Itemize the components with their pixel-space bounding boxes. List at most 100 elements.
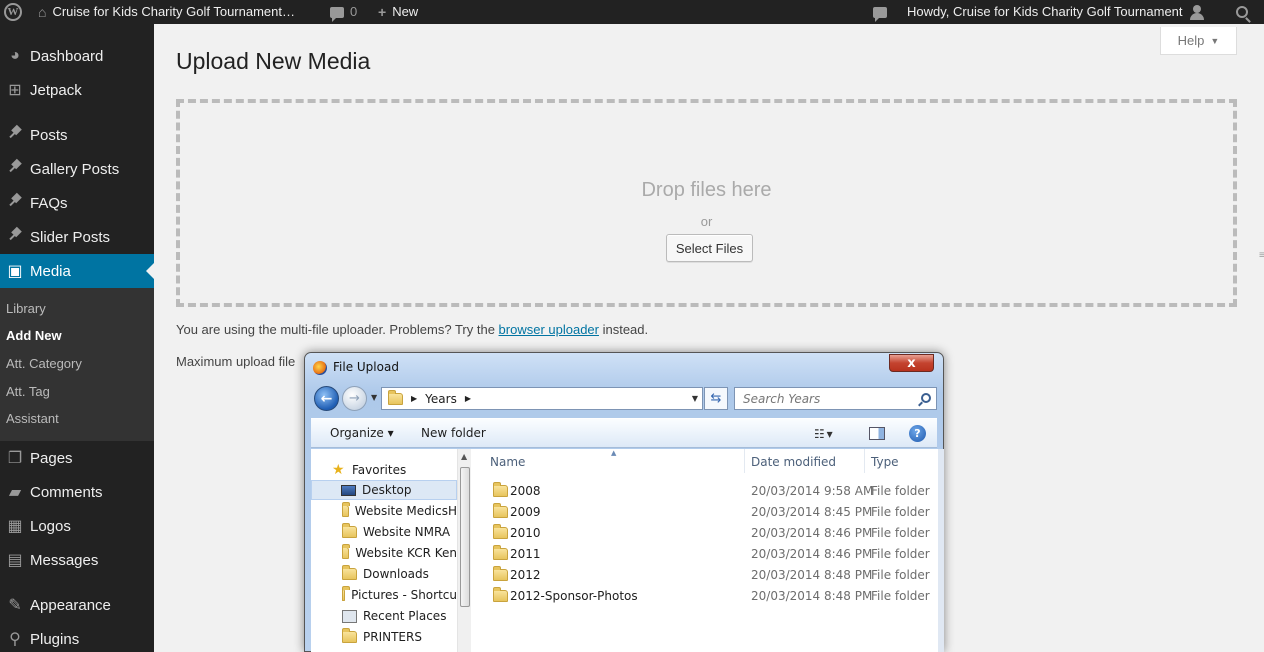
my-account-link[interactable]: Howdy, Cruise for Kids Charity Golf Tour… bbox=[907, 0, 1205, 24]
site-title: Cruise for Kids Charity Golf Tournament… bbox=[52, 4, 295, 19]
file-row[interactable]: 2009 20/03/2014 8:45 PM File folder bbox=[471, 501, 938, 522]
menu-messages[interactable]: ▤ Messages bbox=[0, 543, 154, 577]
comments-link[interactable]: 0 bbox=[330, 0, 357, 24]
site-name-link[interactable]: ⌂ Cruise for Kids Charity Golf Tournamen… bbox=[38, 0, 295, 24]
browser-uploader-link[interactable]: browser uploader bbox=[499, 322, 599, 337]
dialog-title: File Upload bbox=[333, 360, 399, 374]
drop-files-text: Drop files here bbox=[641, 179, 772, 201]
submenu-att-tag[interactable]: Att. Tag bbox=[6, 384, 50, 399]
folder-icon bbox=[493, 587, 508, 602]
menu-dashboard[interactable]: ◕ Dashboard bbox=[0, 39, 154, 73]
nav-item-pictures-shortcut[interactable]: Pictures - Shortcu bbox=[311, 585, 457, 605]
help-tab-button[interactable]: Help ▼ bbox=[1160, 27, 1237, 55]
nav-item-website-medicsh[interactable]: Website MedicsH bbox=[311, 501, 457, 521]
menu-posts[interactable]: Posts bbox=[0, 118, 154, 152]
menu-label: Gallery Posts bbox=[30, 160, 120, 178]
organize-button[interactable]: Organize ▾ bbox=[330, 426, 394, 440]
menu-logos[interactable]: ▦ Logos bbox=[0, 509, 154, 543]
submenu-att-category[interactable]: Att. Category bbox=[6, 356, 82, 371]
search-years-input[interactable]: Search Years bbox=[734, 387, 937, 410]
uploader-note-text: You are using the multi-file uploader. P… bbox=[176, 322, 499, 337]
media-icon: ▣ bbox=[7, 263, 23, 280]
column-header-date-modified[interactable]: Date modified bbox=[751, 455, 836, 469]
preview-pane-icon[interactable] bbox=[869, 427, 885, 440]
navigation-pane: ★ Favorites Desktop Website MedicsH Webs… bbox=[311, 449, 472, 652]
file-type: File folder bbox=[871, 589, 930, 603]
view-options-icon[interactable]: ☷ ▾ bbox=[814, 427, 833, 441]
notification-icon bbox=[873, 6, 887, 22]
address-bar[interactable]: ▶ Years ▶ ▼ bbox=[381, 387, 703, 410]
file-list: ▲ Name Date modified Type 2008 20/03/201… bbox=[471, 449, 944, 652]
file-row[interactable]: 2010 20/03/2014 8:46 PM File folder bbox=[471, 522, 938, 543]
forward-arrow-icon: → bbox=[349, 391, 360, 406]
breadcrumb-arrow-icon: ▶ bbox=[464, 394, 471, 403]
file-row[interactable]: 2008 20/03/2014 9:58 AM File folder bbox=[471, 480, 938, 501]
recent-locations-dropdown[interactable]: ▼ bbox=[371, 393, 377, 402]
forward-button[interactable]: → bbox=[342, 386, 367, 411]
notifications-button[interactable] bbox=[873, 0, 887, 24]
menu-gallery-posts[interactable]: Gallery Posts bbox=[0, 152, 154, 186]
media-submenu: Library Add New Att. Category Att. Tag A… bbox=[0, 288, 154, 441]
nav-item-website-kcr-ken[interactable]: Website KCR Ken bbox=[311, 543, 457, 563]
nav-pane-scrollbar[interactable]: ▲ bbox=[457, 449, 472, 652]
submenu-assistant[interactable]: Assistant bbox=[6, 411, 59, 426]
menu-jetpack[interactable]: ⊞ Jetpack bbox=[0, 73, 154, 107]
menu-faqs[interactable]: FAQs bbox=[0, 186, 154, 220]
nav-item-recent-places[interactable]: Recent Places bbox=[311, 606, 457, 626]
page-title: Upload New Media bbox=[176, 48, 371, 74]
refresh-icon: ⇆ bbox=[710, 391, 722, 406]
address-breadcrumb-years[interactable]: Years bbox=[425, 392, 457, 406]
admin-bar: W ⌂ Cruise for Kids Charity Golf Tournam… bbox=[0, 0, 1264, 24]
file-row[interactable]: 2012 20/03/2014 8:48 PM File folder bbox=[471, 564, 938, 585]
menu-media[interactable]: ▣ Media bbox=[0, 254, 154, 288]
file-name: 2012-Sponsor-Photos bbox=[510, 589, 638, 603]
nav-item-favorites[interactable]: ★ Favorites bbox=[311, 460, 457, 480]
menu-label: Media bbox=[30, 262, 71, 280]
plugins-icon: ⚲ bbox=[9, 631, 21, 648]
back-button[interactable]: ← bbox=[314, 386, 339, 411]
menu-label: Slider Posts bbox=[30, 228, 111, 246]
wordpress-logo-button[interactable]: W bbox=[4, 0, 22, 24]
file-type: File folder bbox=[871, 547, 930, 561]
file-list-scrollbar[interactable] bbox=[938, 449, 944, 652]
nav-item-website-nmra[interactable]: Website NMRA bbox=[311, 522, 457, 542]
jetpack-icon: ⊞ bbox=[8, 82, 22, 99]
file-row[interactable]: 2011 20/03/2014 8:46 PM File folder bbox=[471, 543, 938, 564]
help-label: Help bbox=[1177, 33, 1205, 48]
drop-zone[interactable]: Drop files here or Select Files bbox=[176, 99, 1237, 307]
search-button[interactable] bbox=[1236, 0, 1248, 24]
comment-bubble-icon bbox=[330, 6, 344, 22]
column-header-name[interactable]: Name bbox=[490, 455, 525, 469]
pin-icon bbox=[0, 194, 30, 213]
pages-icon: ❐ bbox=[7, 450, 23, 467]
nav-item-desktop[interactable]: Desktop bbox=[311, 480, 457, 500]
address-dropdown-icon[interactable]: ▼ bbox=[692, 394, 698, 403]
menu-appearance[interactable]: ✎ Appearance bbox=[0, 588, 154, 622]
new-content-link[interactable]: + New bbox=[378, 0, 418, 24]
menu-label: Posts bbox=[30, 126, 68, 144]
nav-item-downloads[interactable]: Downloads bbox=[311, 564, 457, 584]
refresh-button[interactable]: ⇆ bbox=[704, 387, 728, 410]
select-files-button[interactable]: Select Files bbox=[666, 234, 753, 262]
menu-slider-posts[interactable]: Slider Posts bbox=[0, 220, 154, 254]
submenu-library[interactable]: Library bbox=[6, 301, 46, 316]
plus-icon: + bbox=[378, 4, 387, 20]
menu-plugins[interactable]: ⚲ Plugins bbox=[0, 622, 154, 652]
menu-comments[interactable]: ▰ Comments bbox=[0, 475, 154, 509]
dialog-close-button[interactable]: x bbox=[889, 354, 934, 372]
nav-pane-scroll-thumb[interactable] bbox=[460, 467, 470, 607]
nav-item-printers[interactable]: PRINTERS bbox=[311, 627, 457, 647]
column-separator bbox=[864, 449, 865, 473]
file-row[interactable]: 2012-Sponsor-Photos 20/03/2014 8:48 PM F… bbox=[471, 585, 938, 606]
folder-icon bbox=[493, 566, 508, 581]
menu-pages[interactable]: ❐ Pages bbox=[0, 441, 154, 475]
submenu-add-new[interactable]: Add New bbox=[6, 328, 62, 343]
menu-label: Logos bbox=[30, 517, 71, 535]
admin-menu: ◕ Dashboard ⊞ Jetpack Posts Gallery Posts … bbox=[0, 24, 154, 652]
new-folder-button[interactable]: New folder bbox=[421, 426, 486, 440]
appearance-icon: ✎ bbox=[8, 597, 22, 614]
help-icon[interactable]: ? bbox=[909, 425, 926, 442]
avatar-icon bbox=[1189, 4, 1205, 20]
scroll-up-icon[interactable]: ▲ bbox=[461, 452, 467, 461]
column-header-type[interactable]: Type bbox=[871, 455, 899, 469]
